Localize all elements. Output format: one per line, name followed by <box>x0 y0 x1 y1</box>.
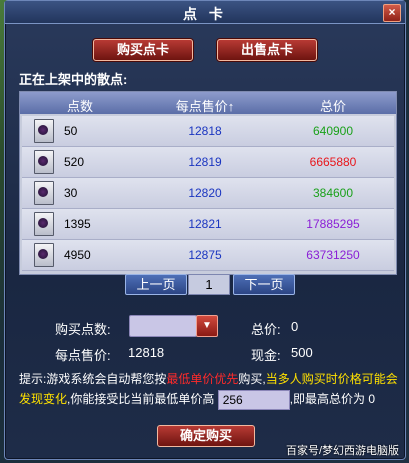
prev-page-button[interactable]: 上一页 <box>125 274 187 295</box>
unit-price-label: 每点售价: <box>55 348 111 363</box>
row-total: 63731250 <box>306 248 360 262</box>
table-row[interactable]: 50 12818 640900 <box>22 116 394 147</box>
price-premium-input[interactable]: 256 <box>217 389 290 410</box>
total-label: 总价: <box>251 322 281 337</box>
watermark: 百家号/梦幻西游电脑版 <box>286 445 400 457</box>
buy-points-select[interactable] <box>129 315 197 337</box>
point-card-window: 点 卡 × 购买点卡 出售点卡 正在上架中的散点: 点数 每点售价↑ 总价 50… <box>4 0 406 460</box>
buy-point-card-tab[interactable]: 购买点卡 <box>93 39 193 61</box>
window-title: 点 卡 <box>183 6 227 22</box>
column-header-price[interactable]: 每点售价↑ <box>140 96 270 115</box>
confirm-purchase-button[interactable]: 确定购买 <box>157 425 255 447</box>
close-button[interactable]: × <box>383 4 401 22</box>
sell-point-card-tab[interactable]: 出售点卡 <box>217 39 317 61</box>
row-price: 12819 <box>188 155 222 169</box>
row-points: 520 <box>64 155 85 169</box>
row-total: 640900 <box>312 124 354 138</box>
table-row[interactable]: 4950 12875 63731250 <box>22 240 394 271</box>
row-total: 17885295 <box>306 217 360 231</box>
listing-section-label: 正在上架中的散点: <box>19 72 128 87</box>
table-row[interactable]: 30 12820 384600 <box>22 178 394 209</box>
column-header-points[interactable]: 点数 <box>20 96 140 115</box>
column-header-total[interactable]: 总价 <box>270 96 396 115</box>
hint-part: ,即最高总价为 0 <box>289 392 376 406</box>
hint-text: 提示:游戏系统会自动帮您按最低单价优先购买,当多人购买时价格可能会发现变化,你能… <box>19 369 401 410</box>
row-price: 12875 <box>188 248 222 262</box>
hint-highlight-red: 最低单价优先 <box>166 372 239 386</box>
row-total: 6665880 <box>309 155 357 169</box>
point-card-icon <box>34 181 54 205</box>
table-row[interactable]: 1395 12821 17885295 <box>22 209 394 240</box>
point-card-icon <box>34 212 54 236</box>
total-value: 0 <box>291 319 299 334</box>
hint-part: 提示:游戏系统会自动帮您按 <box>19 372 167 386</box>
next-page-button[interactable]: 下一页 <box>233 274 295 295</box>
buy-points-label: 购买点数: <box>55 322 111 337</box>
row-price: 12818 <box>188 124 222 138</box>
table-header: 点数 每点售价↑ 总价 <box>20 92 396 114</box>
hint-part: ,你能接受比当前最低单价高 <box>67 392 215 406</box>
table-row[interactable]: 520 12819 6665880 <box>22 147 394 178</box>
point-card-icon <box>34 150 54 174</box>
unit-price-value: 12818 <box>128 345 165 360</box>
point-card-icon <box>34 119 54 143</box>
row-points: 30 <box>64 186 78 200</box>
page-number: 1 <box>188 274 230 295</box>
row-points: 50 <box>64 124 78 138</box>
point-card-icon <box>34 243 54 267</box>
row-price: 12821 <box>188 217 222 231</box>
title-bar: 点 卡 × <box>5 1 405 24</box>
cash-label: 现金: <box>251 348 281 363</box>
hint-part: 购买, <box>238 372 266 386</box>
cash-value: 500 <box>291 345 313 360</box>
row-points: 1395 <box>64 217 91 231</box>
row-price: 12820 <box>188 186 222 200</box>
listing-table: 点数 每点售价↑ 总价 50 12818 640900 520 12819 66… <box>19 91 397 275</box>
chevron-down-icon[interactable]: ▼ <box>196 315 218 337</box>
row-total: 384600 <box>312 186 354 200</box>
row-points: 4950 <box>64 248 91 262</box>
